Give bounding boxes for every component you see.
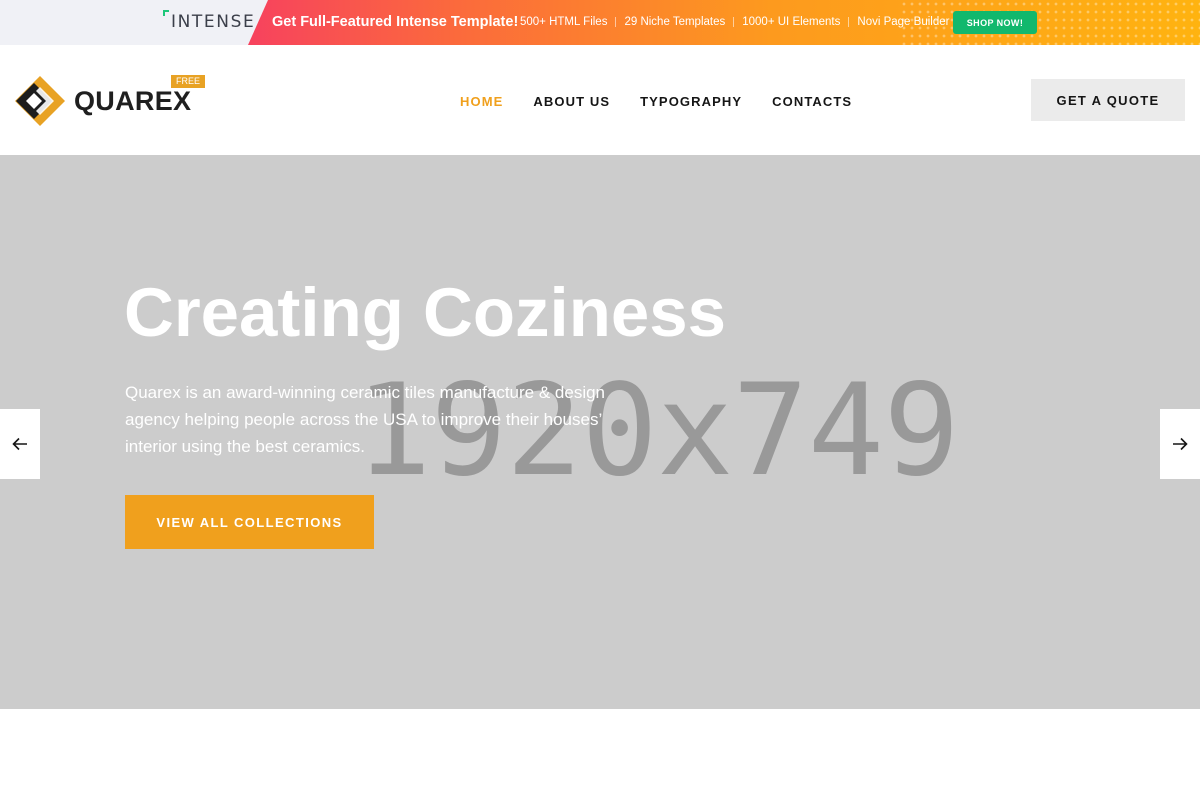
view-all-collections-button[interactable]: VIEW ALL COLLECTIONS xyxy=(125,495,374,549)
promo-feature-list: 500+ HTML Files 29 Niche Templates 1000+… xyxy=(520,16,957,28)
slider-next-button[interactable] xyxy=(1160,409,1200,479)
logo-wordmark: QUAREX xyxy=(74,86,192,116)
site-header: QUAREX FREE HOME ABOUT US TYPOGRAPHY CON… xyxy=(0,45,1200,155)
promo-feature: 29 Niche Templates xyxy=(624,16,726,28)
nav-item-typography[interactable]: TYPOGRAPHY xyxy=(640,94,742,109)
nav-item-about-us[interactable]: ABOUT US xyxy=(533,94,610,109)
get-a-quote-button[interactable]: GET A QUOTE xyxy=(1031,79,1185,121)
arrow-left-icon xyxy=(12,437,27,451)
promo-feature: 500+ HTML Files xyxy=(520,16,608,28)
nav-item-home[interactable]: HOME xyxy=(460,94,503,109)
promo-brand-area: INTENSE xyxy=(0,0,280,45)
hero-description: Quarex is an award-winning ceramic tiles… xyxy=(125,383,606,456)
hero-slider: 1920x749 Creating Coziness Quarex is an … xyxy=(0,155,1200,709)
site-logo[interactable]: QUAREX FREE xyxy=(14,75,214,127)
hero-title: Creating Coziness xyxy=(124,274,726,351)
slider-prev-button[interactable] xyxy=(0,409,40,479)
nav-item-contacts[interactable]: CONTACTS xyxy=(772,94,852,109)
free-badge: FREE xyxy=(171,75,205,88)
promo-banner[interactable]: INTENSE Get Full-Featured Intense Templa… xyxy=(0,0,1200,45)
promo-brand-logo: INTENSE xyxy=(171,12,256,32)
promo-feature: Novi Page Builder xyxy=(857,16,950,28)
shop-now-button[interactable]: SHOP NOW! xyxy=(953,11,1037,34)
diamond-logo-icon xyxy=(15,76,65,126)
main-navigation: HOME ABOUT US TYPOGRAPHY CONTACTS xyxy=(460,94,852,109)
promo-feature: 1000+ UI Elements xyxy=(742,16,841,28)
arrow-right-icon xyxy=(1173,437,1188,451)
promo-corner-mark-icon xyxy=(163,10,169,16)
promo-headline: Get Full-Featured Intense Template! xyxy=(272,14,519,30)
